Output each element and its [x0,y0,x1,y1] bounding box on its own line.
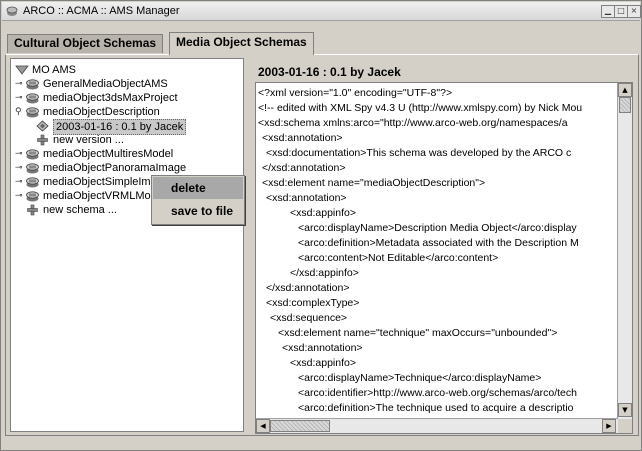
tree-item-label: mediaObject3dsMaxProject [43,92,178,104]
vertical-scrollbar[interactable]: ▲ ▼ [617,83,632,433]
tree-item-label: new version ... [53,134,124,146]
schema-icon [26,93,39,104]
schema-icon [26,163,39,174]
xml-line: <xsd:appinfo> [290,207,356,219]
xml-line: </xsd:appinfo> [290,267,359,279]
tree-item-label: mediaObjectMultiresModel [43,148,174,160]
xml-line: <arco:definition>The technique used to a… [298,402,574,414]
expanded-folder-icon [15,65,29,75]
schema-icon [26,177,39,188]
add-icon [37,134,48,146]
xml-line: <!-- edited with XML Spy v4.3 U (http://… [258,102,583,114]
xml-line: <xsd:appinfo> [290,357,356,369]
tree-root-label: MO AMS [32,64,77,76]
collapsed-handle-icon[interactable]: ⊸ [15,93,25,103]
xml-line: <arco:displayName>Technique</arco:displa… [298,372,542,384]
scroll-right-icon[interactable]: ▶ [602,419,616,433]
vertical-scroll-thumb[interactable] [619,97,631,113]
maximize-icon[interactable]: □ [614,5,628,18]
schema-icon [26,107,39,118]
collapsed-handle-icon[interactable]: ⊸ [15,177,25,187]
xml-text-area[interactable]: <?xml version="1.0" encoding="UTF-8"?> <!… [255,82,633,434]
xml-line: <arco:definition>Metadata associated wit… [298,237,579,249]
horizontal-scrollbar[interactable]: ◀ ▶ [256,418,618,433]
tab-content: MO AMS ⊸ GeneralMediaObjectAMS ⊸ mediaObjec… [5,54,639,436]
add-icon [27,204,38,216]
scroll-left-icon[interactable]: ◀ [256,419,270,433]
schema-view: 2003-01-16 : 0.1 by Jacek <?xml version=… [250,58,634,434]
horizontal-scroll-thumb[interactable] [270,420,330,432]
schema-icon [26,149,39,160]
delete-menu-item[interactable]: delete [153,177,243,199]
tree-item-label: mediaObjectPanoramaImage [43,162,187,174]
xml-line: <arco:identifier>http://www.arco-web.org… [298,387,577,399]
version-icon [36,120,49,132]
tree-item-label: new schema ... [43,204,117,216]
collapsed-handle-icon[interactable]: ⊸ [15,79,25,89]
close-icon[interactable]: × [627,5,641,18]
xml-line: </xsd:annotation> [266,282,350,294]
xml-line: </xsd:annotation> [262,162,346,174]
xml-line: <xsd:complexType> [266,297,360,309]
tree-item-label: GeneralMediaObjectAMS [43,78,168,90]
save-to-file-menu-item[interactable]: save to file [153,200,243,222]
xml-line: <xsd:annotation> [266,192,347,204]
collapsed-handle-icon[interactable]: ⊸ [15,149,25,159]
context-menu: delete save to file [151,175,245,225]
scroll-down-icon[interactable]: ▼ [618,403,632,417]
tree-item-label: mediaObjectVRMLModel [43,190,166,202]
xml-line: <xsd:element name="mediaObjectDescriptio… [262,177,486,189]
schema-icon [26,191,39,202]
schema-tree[interactable]: MO AMS ⊸ GeneralMediaObjectAMS ⊸ mediaObjec… [10,58,244,432]
tab-cultural-object-schemas[interactable]: Cultural Object Schemas [7,34,164,53]
expanded-handle-icon[interactable]: ⚲ [15,107,25,117]
scroll-up-icon[interactable]: ▲ [618,83,632,97]
app-window: ARCO :: ACMA :: AMS Manager ▁ □ × Cultur… [0,0,642,451]
minimize-icon[interactable]: ▁ [601,5,615,18]
xml-line: <arco:content>Not Editable</arco:content… [298,252,499,264]
xml-line: <xsd:element name="technique" maxOccurs=… [278,327,558,339]
window-title: ARCO :: ACMA :: AMS Manager [23,5,180,17]
xml-line: <xsd:schema xmlns:arco="http://www.arco-… [258,117,568,129]
xml-line: <arco:displayName>Description Media Obje… [298,222,577,234]
schema-version-title: 2003-01-16 : 0.1 by Jacek [258,65,401,79]
scrollbar-corner [618,419,632,433]
xml-line: <xsd:documentation>This schema was devel… [266,147,572,159]
collapsed-handle-icon[interactable]: ⊸ [15,191,25,201]
xml-line: <?xml version="1.0" encoding="UTF-8"?> [258,87,453,99]
tree-item-label: mediaObjectDescription [43,106,160,118]
app-icon [6,6,18,16]
title-bar[interactable]: ARCO :: ACMA :: AMS Manager ▁ □ × [2,2,641,21]
collapsed-handle-icon[interactable]: ⊸ [15,163,25,173]
schema-icon [26,79,39,90]
tab-media-object-schemas[interactable]: Media Object Schemas [169,32,314,55]
xml-line: <xsd:annotation> [262,132,343,144]
xml-line: <xsd:sequence> [270,312,348,324]
xml-line: <xsd:annotation> [282,342,363,354]
